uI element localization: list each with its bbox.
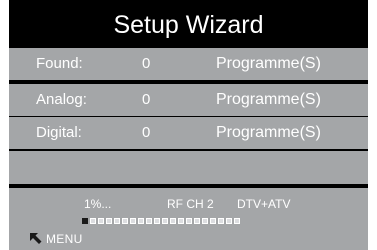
digital-row: Digital: 0 Programme(S) [9, 117, 368, 149]
menu-label: MENU [46, 232, 83, 246]
progress-segment [138, 218, 144, 224]
setup-wizard-screen: Setup Wizard Found: 0 Programme(S) Analo… [9, 0, 368, 250]
found-count: 0 [142, 55, 151, 72]
return-arrow-icon [30, 233, 42, 244]
progress-segment [98, 218, 104, 224]
progress-segment [114, 218, 120, 224]
digital-unit: Programme(S) [216, 124, 321, 141]
analog-label: Analog: [36, 91, 87, 108]
progress-bar [82, 218, 240, 226]
digital-count: 0 [142, 124, 151, 141]
menu-button[interactable]: MENU [29, 232, 83, 246]
progress-segment [90, 218, 96, 224]
progress-segment [210, 218, 216, 224]
found-label: Found: [36, 55, 83, 72]
progress-segment [106, 218, 112, 224]
progress-segment [130, 218, 136, 224]
page-title: Setup Wizard [113, 11, 264, 39]
progress-segment [202, 218, 208, 224]
scan-status-panel: 1%... RF CH 2 DTV+ATV MENU [9, 188, 368, 250]
empty-row [9, 151, 368, 184]
found-unit: Programme(S) [216, 55, 321, 72]
progress-segment [186, 218, 192, 224]
found-row: Found: 0 Programme(S) [9, 48, 368, 80]
progress-segment [234, 218, 240, 224]
progress-segment [122, 218, 128, 224]
progress-segment [170, 218, 176, 224]
progress-segment [226, 218, 232, 224]
analog-count: 0 [142, 91, 151, 108]
progress-segment [146, 218, 152, 224]
progress-segment [178, 218, 184, 224]
progress-segment [154, 218, 160, 224]
progress-percent: 1%... [84, 197, 112, 211]
digital-label: Digital: [36, 124, 82, 141]
rf-channel: RF CH 2 [167, 197, 214, 211]
progress-segment [82, 218, 88, 224]
analog-row: Analog: 0 Programme(S) [9, 84, 368, 116]
analog-unit: Programme(S) [216, 91, 321, 108]
progress-segment [218, 218, 224, 224]
progress-segment [162, 218, 168, 224]
progress-segment [194, 218, 200, 224]
scan-mode: DTV+ATV [237, 197, 291, 211]
